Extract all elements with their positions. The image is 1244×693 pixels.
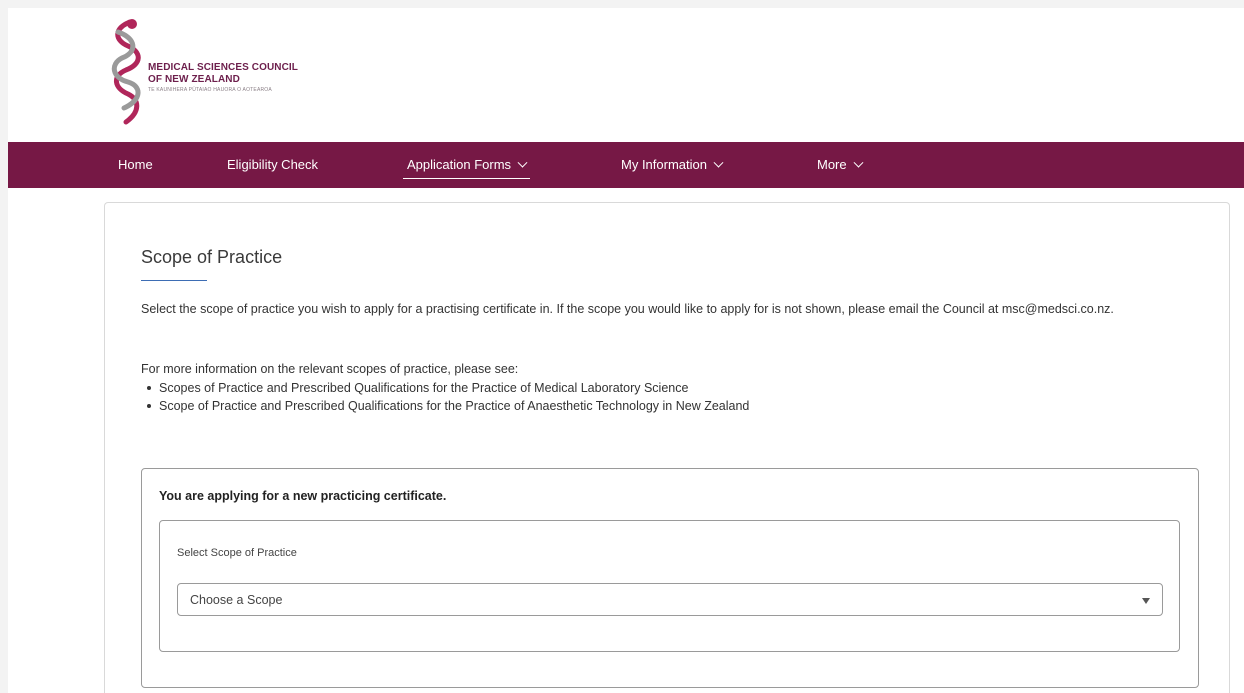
application-panel: You are applying for a new practicing ce…	[141, 468, 1199, 688]
nav-more-label: More	[817, 157, 847, 172]
list-item[interactable]: Scope of Practice and Prescribed Qualifi…	[145, 397, 749, 415]
nav-home[interactable]: Home	[118, 142, 153, 188]
nav-home-label: Home	[118, 157, 153, 172]
scope-select[interactable]: Choose a Scope	[177, 583, 1163, 616]
nav-more[interactable]: More	[817, 142, 864, 188]
scope-card: Scope of Practice Select the scope of pr…	[104, 202, 1230, 693]
link-anaesthetic-technology[interactable]: Scope of Practice and Prescribed Qualifi…	[159, 399, 749, 413]
chevron-down-icon	[517, 157, 528, 168]
scope-select-value: Choose a Scope	[190, 593, 283, 607]
org-logo[interactable]: MEDICAL SCIENCES COUNCIL OF NEW ZEALAND …	[108, 18, 368, 133]
title-underline	[141, 280, 207, 281]
chevron-down-icon	[713, 157, 724, 168]
page: MEDICAL SCIENCES COUNCIL OF NEW ZEALAND …	[8, 8, 1244, 693]
caret-down-icon	[1142, 598, 1150, 604]
nav-eligibility-label: Eligibility Check	[227, 157, 319, 172]
link-medical-laboratory-science[interactable]: Scopes of Practice and Prescribed Qualif…	[159, 381, 688, 395]
org-name-line1: MEDICAL SCIENCES COUNCIL	[148, 62, 299, 73]
scope-select-panel: Select Scope of Practice Choose a Scope	[159, 520, 1180, 652]
org-maori-name: TE KAUNIHERA PŪTAIAO HAUORA O AOTEAROA	[148, 87, 272, 93]
application-heading: You are applying for a new practicing ce…	[159, 489, 447, 503]
list-item[interactable]: Scopes of Practice and Prescribed Qualif…	[145, 379, 749, 397]
scope-description: Select the scope of practice you wish to…	[141, 302, 1114, 316]
main-nav: Home Eligibility Check Application Forms…	[8, 142, 1244, 188]
scope-links-list: Scopes of Practice and Prescribed Qualif…	[145, 379, 749, 415]
nav-application-forms[interactable]: Application Forms	[402, 142, 531, 188]
nav-application-forms-label: Application Forms	[407, 157, 512, 172]
helix-logo-icon	[111, 19, 141, 125]
more-info-text: For more information on the relevant sco…	[141, 362, 519, 376]
page-title: Scope of Practice	[141, 247, 283, 267]
nav-eligibility-check[interactable]: Eligibility Check	[227, 142, 318, 188]
nav-my-information[interactable]: My Information	[621, 142, 724, 188]
chevron-down-icon	[853, 157, 864, 168]
scope-select-label: Select Scope of Practice	[177, 547, 297, 559]
org-name-line2: OF NEW ZEALAND	[148, 74, 240, 85]
nav-my-information-label: My Information	[621, 157, 707, 172]
